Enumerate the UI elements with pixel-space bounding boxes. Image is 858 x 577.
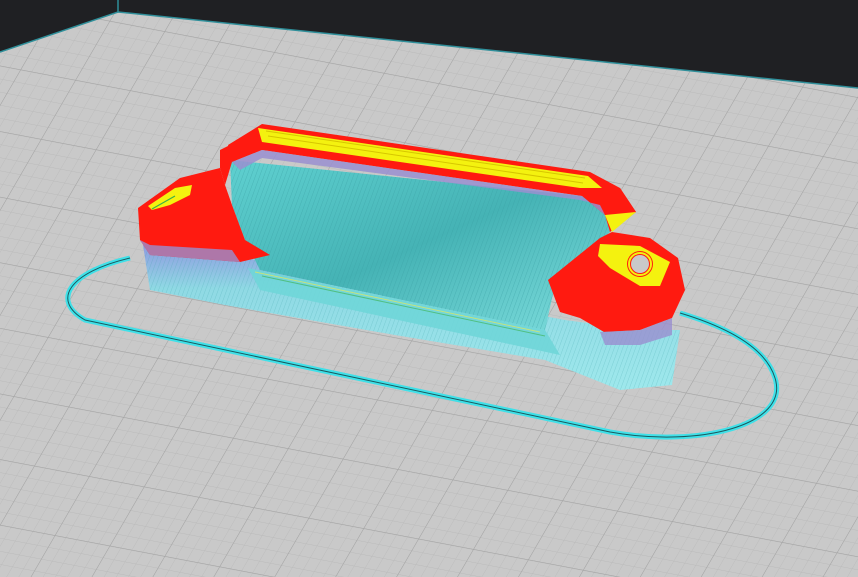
scene-canvas[interactable]	[0, 0, 858, 577]
3d-viewport[interactable]	[0, 0, 858, 577]
